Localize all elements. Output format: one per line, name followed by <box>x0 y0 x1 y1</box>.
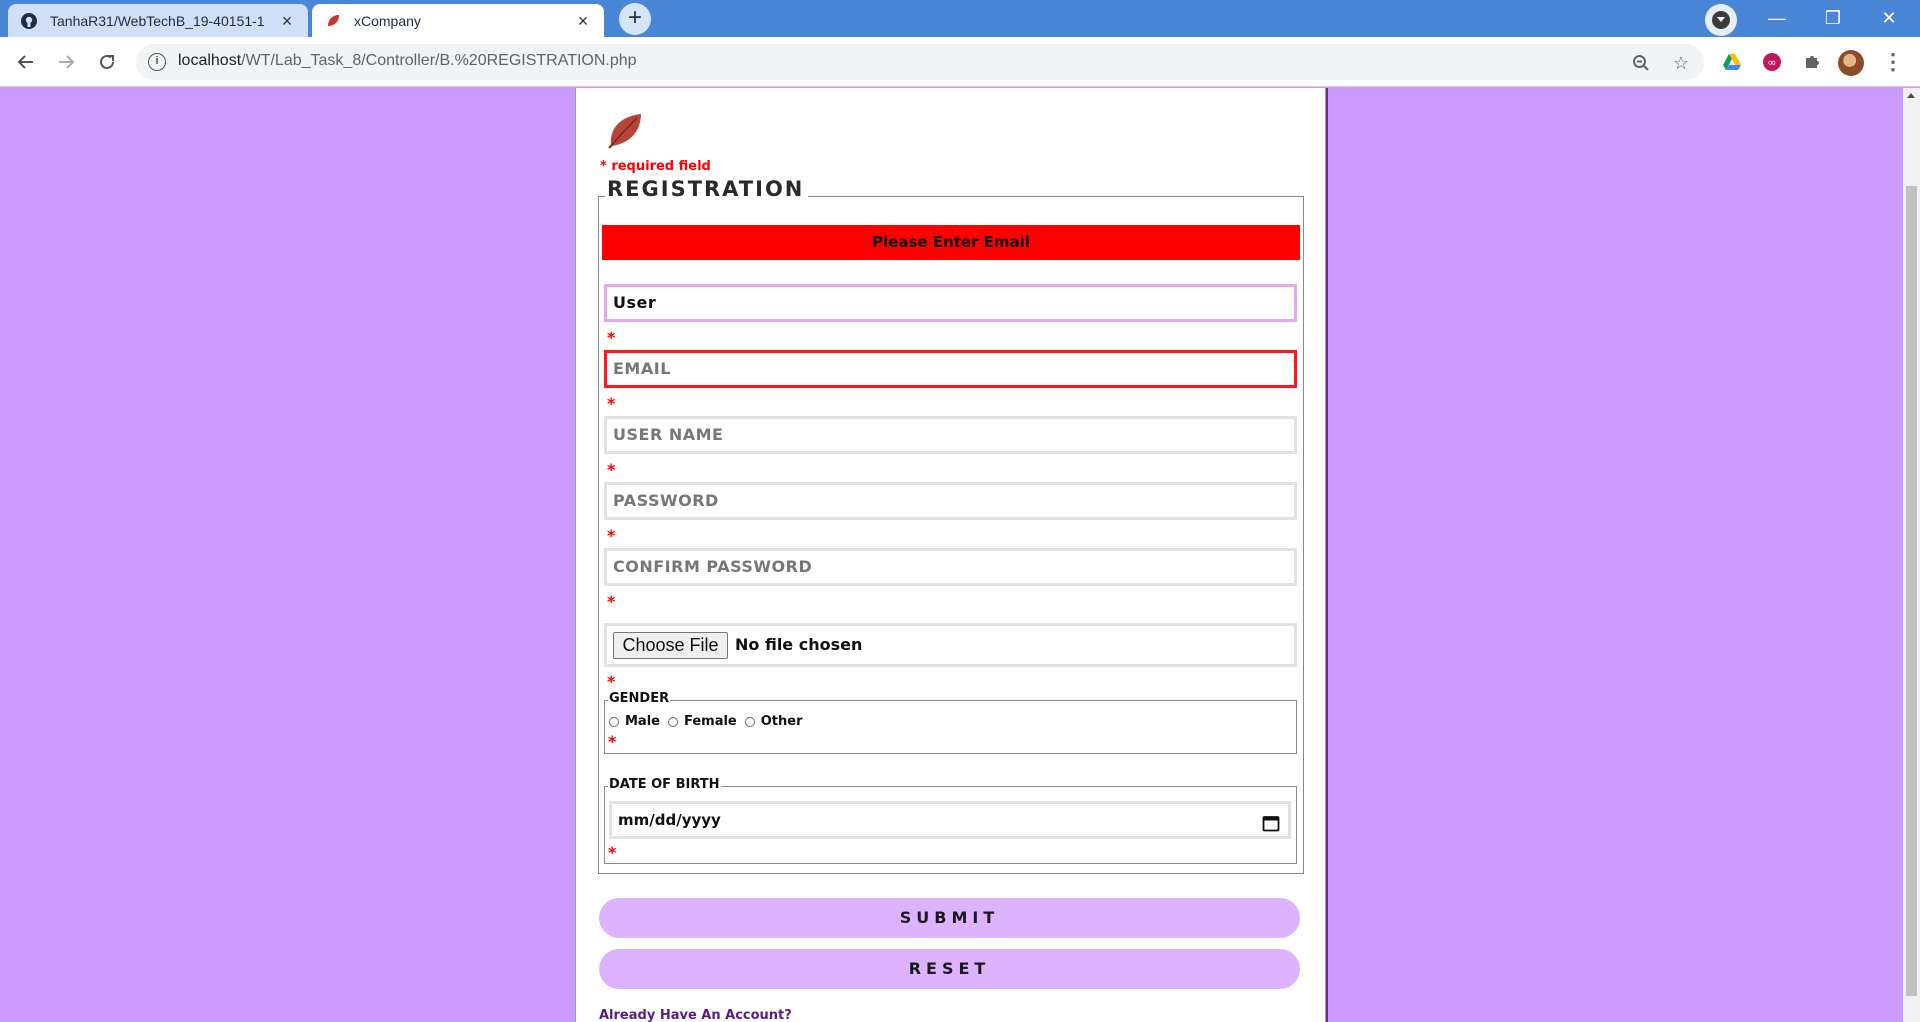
new-tab-button[interactable]: + <box>619 3 651 35</box>
required-mark: * <box>608 843 617 862</box>
confirm-password-input[interactable]: CONFIRM PASSWORD <box>604 548 1297 586</box>
form-title: REGISTRATION <box>605 177 809 201</box>
tab-title: TanhaR31/WebTechB_19-40151-1 <box>50 12 265 29</box>
gender-options: Male Female Other <box>609 714 811 729</box>
required-mark: * <box>607 328 616 347</box>
radio-other[interactable] <box>744 716 755 727</box>
vertical-scrollbar[interactable] <box>1903 88 1920 1022</box>
extensions-puzzle-icon[interactable] <box>1799 49 1825 75</box>
close-icon[interactable]: × <box>574 12 592 30</box>
profile-avatar[interactable] <box>1838 50 1864 76</box>
username-input[interactable]: USER NAME <box>604 416 1297 454</box>
extension-infinity-icon[interactable]: ∞ <box>1759 49 1785 75</box>
page-viewport: * required field REGISTRATION Please Ent… <box>0 88 1920 1022</box>
scroll-up-icon[interactable] <box>1907 93 1915 98</box>
gender-fieldset: GENDER Male Female Other * <box>604 691 1297 754</box>
browser-tab-bar: TanhaR31/WebTechB_19-40151-1 × xCompany … <box>0 0 1920 37</box>
picture-file-input: Choose File No file chosen <box>604 623 1297 667</box>
gender-legend: GENDER <box>608 691 671 706</box>
choose-file-button[interactable]: Choose File <box>613 632 728 659</box>
required-mark: * <box>607 460 616 479</box>
reload-button[interactable] <box>91 46 123 78</box>
login-link[interactable]: Already Have An Account? <box>599 1008 792 1022</box>
google-drive-icon[interactable] <box>1719 49 1745 75</box>
required-mark: * <box>607 394 616 413</box>
reset-button[interactable]: RESET <box>599 949 1300 989</box>
dob-legend: DATE OF BIRTH <box>608 777 721 792</box>
minimize-button[interactable]: — <box>1755 2 1799 34</box>
required-mark: * <box>607 526 616 545</box>
radio-female[interactable] <box>667 716 678 727</box>
required-field-note: * required field <box>600 159 711 174</box>
arrow-left-icon <box>17 55 33 69</box>
tab-github[interactable]: TanhaR31/WebTechB_19-40151-1 × <box>8 4 308 37</box>
svg-text:∞: ∞ <box>1767 56 1776 69</box>
radio-label-other: Other <box>760 714 803 729</box>
dob-fieldset: DATE OF BIRTH mm/dd/yyyy * <box>604 777 1297 864</box>
chevron-down-icon <box>1712 11 1730 29</box>
close-icon[interactable]: × <box>278 12 296 30</box>
required-mark: * <box>607 592 616 611</box>
registration-card: * required field REGISTRATION Please Ent… <box>575 88 1326 1022</box>
kebab-menu-icon[interactable]: ⋮ <box>1882 49 1904 75</box>
radio-male[interactable] <box>609 716 619 727</box>
required-mark: * <box>607 672 616 691</box>
restore-button[interactable]: ❐ <box>1811 2 1855 34</box>
radio-label-male: Male <box>625 714 660 729</box>
close-window-button[interactable]: ✕ <box>1867 2 1911 34</box>
file-status: No file chosen <box>735 635 863 654</box>
required-mark: * <box>608 732 617 751</box>
tab-xcompany[interactable]: xCompany × <box>312 4 604 37</box>
forward-button[interactable] <box>50 46 82 78</box>
reload-icon <box>100 54 114 69</box>
email-input[interactable]: EMAIL <box>604 350 1297 388</box>
error-message: Please Enter Email <box>602 225 1300 260</box>
arrow-right-icon <box>59 55 75 69</box>
leaf-icon <box>324 12 342 30</box>
tab-title: xCompany <box>354 12 421 29</box>
registration-fieldset: REGISTRATION Please Enter Email User * E… <box>598 177 1304 874</box>
browser-toolbar: i localhost/WT/Lab_Task_8/Controller/B.%… <box>0 37 1920 87</box>
dob-placeholder: mm/dd/yyyy <box>618 811 721 829</box>
back-button[interactable] <box>10 46 42 78</box>
scrollbar-thumb[interactable] <box>1906 186 1917 996</box>
info-icon[interactable]: i <box>148 53 166 71</box>
radio-label-female: Female <box>683 714 737 729</box>
address-bar[interactable]: i localhost/WT/Lab_Task_8/Controller/B.%… <box>136 44 1704 80</box>
url-text: localhost/WT/Lab_Task_8/Controller/B.%20… <box>178 52 637 69</box>
password-input[interactable]: PASSWORD <box>604 482 1297 520</box>
dob-input[interactable]: mm/dd/yyyy <box>609 801 1291 839</box>
star-icon[interactable]: ☆ <box>1670 52 1692 74</box>
zoom-icon[interactable] <box>1630 52 1652 74</box>
name-input[interactable]: User <box>604 284 1297 322</box>
submit-button[interactable]: SUBMIT <box>599 898 1300 938</box>
calendar-icon[interactable] <box>1262 811 1280 832</box>
leaf-logo <box>603 108 647 152</box>
github-icon <box>20 12 38 30</box>
tab-search-button[interactable] <box>1705 4 1737 36</box>
